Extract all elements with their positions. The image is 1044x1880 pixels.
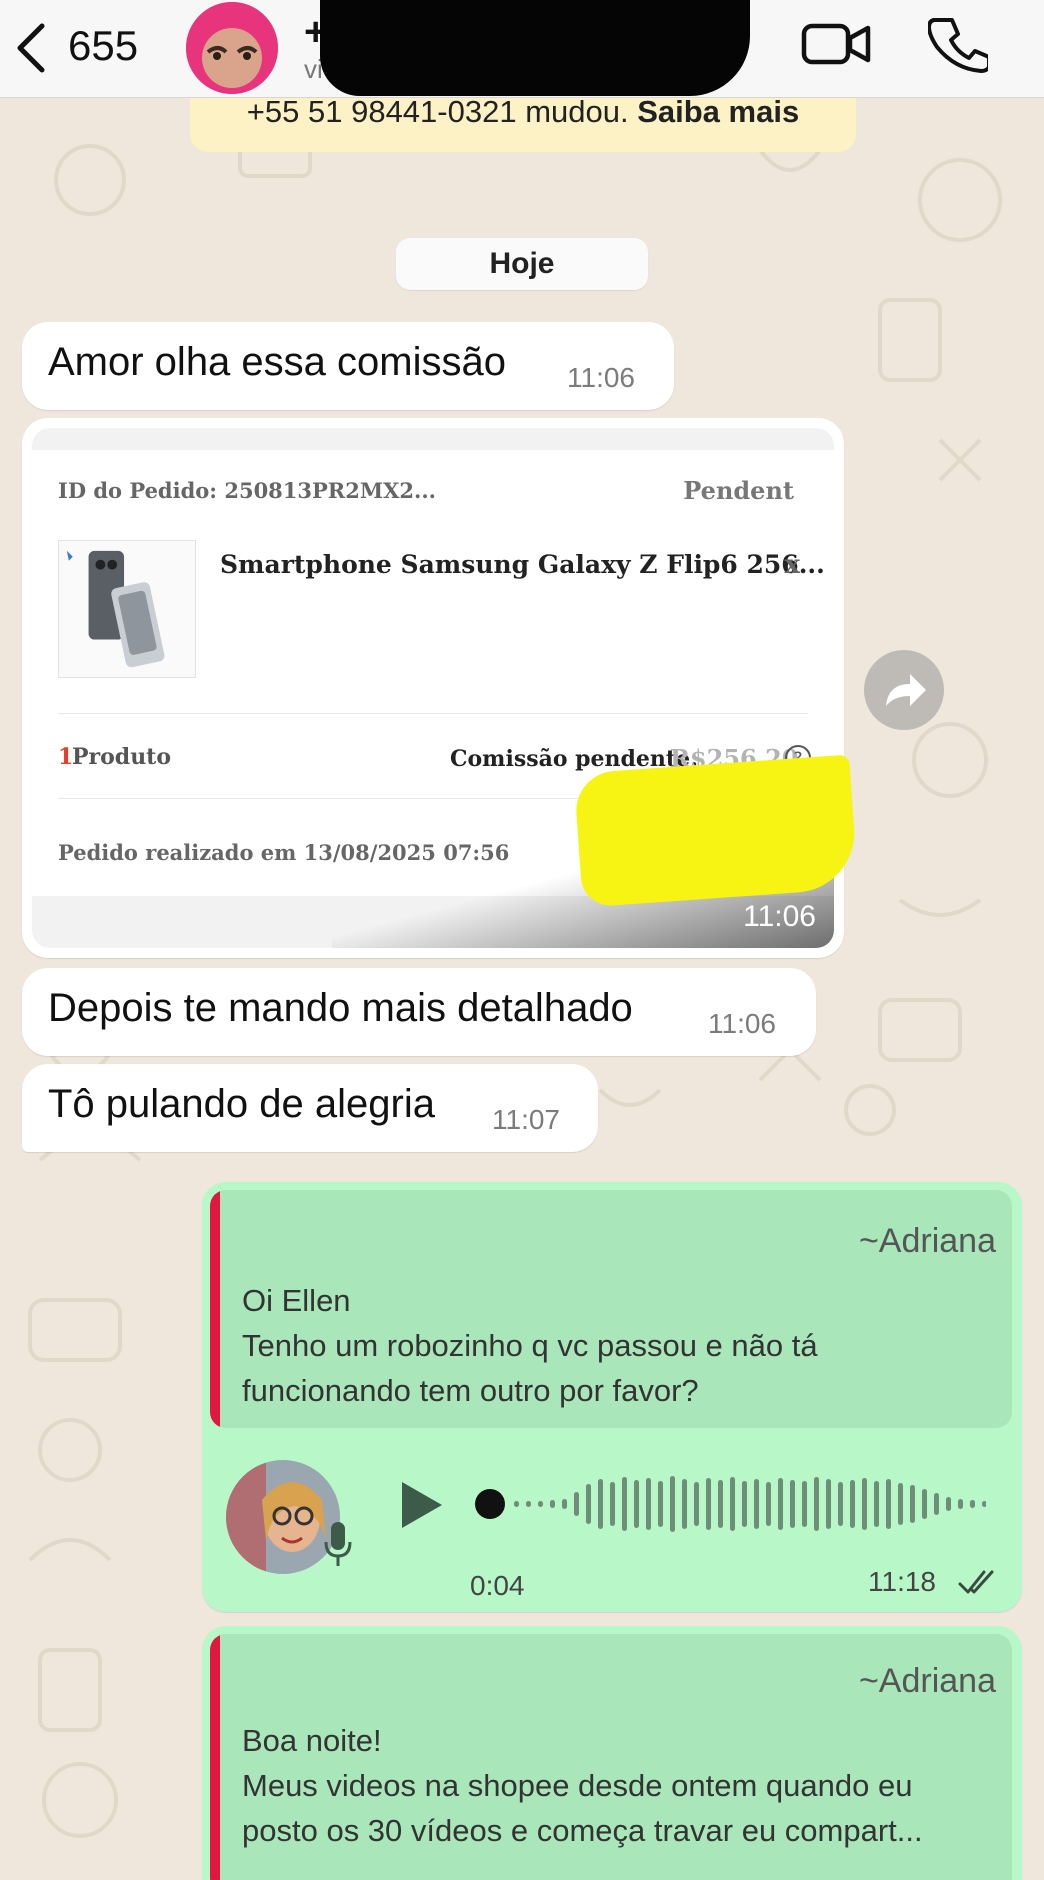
- message-text: Tô pulando de alegria: [48, 1082, 435, 1126]
- waveform-bar: [946, 1497, 951, 1511]
- waveform-bar: [934, 1493, 939, 1515]
- waveform-bar: [646, 1478, 651, 1530]
- waveform-bar: [514, 1501, 519, 1507]
- contact-avatar[interactable]: [186, 2, 278, 94]
- message-text: Amor olha essa comissão: [48, 340, 506, 384]
- product-thumbnail: [58, 540, 196, 678]
- yellow-highlight-mark: [573, 754, 859, 908]
- waveform-bar: [982, 1501, 986, 1507]
- quoted-message[interactable]: ~Adriana Boa noite! Meus videos na shope…: [210, 1634, 1012, 1880]
- waveform-bar: [718, 1480, 723, 1528]
- message-incoming[interactable]: Depois te mando mais detalhado 11:06: [22, 968, 816, 1056]
- waveform-bar: [838, 1482, 843, 1526]
- message-time: 11:06: [567, 362, 635, 393]
- waveform-bar: [826, 1479, 831, 1529]
- play-button[interactable]: [396, 1478, 446, 1532]
- waveform-bar: [970, 1500, 975, 1508]
- quote-line: Boa noite!: [242, 1723, 382, 1758]
- quote-line: Meus videos na shopee desde ontem quando…: [242, 1768, 913, 1803]
- forward-button[interactable]: [864, 650, 944, 730]
- waveform-bar: [742, 1481, 747, 1527]
- waveform-bar: [550, 1500, 555, 1508]
- message-time: 11:18: [868, 1566, 936, 1597]
- waveform-bar: [658, 1481, 663, 1527]
- quote-accent-bar: [210, 1190, 220, 1428]
- waveform-bar: [766, 1482, 771, 1526]
- forward-arrow-icon: [886, 674, 926, 706]
- waveform-bar: [814, 1477, 819, 1531]
- waveform-bar: [670, 1476, 675, 1532]
- quote-text: Oi Ellen Tenho um robozinho q vc passou …: [242, 1278, 992, 1413]
- waveform-bar: [754, 1479, 759, 1529]
- video-call-icon[interactable]: [800, 16, 872, 72]
- quote-author: ~Adriana: [858, 1222, 996, 1260]
- waveform-bar: [874, 1481, 879, 1527]
- banner-text: +55 51 98441-0321 mudou.: [246, 94, 629, 129]
- waveform-bar: [730, 1477, 735, 1531]
- waveform-bar: [526, 1501, 531, 1507]
- waveform-bar: [694, 1482, 699, 1526]
- message-time: 11:06: [708, 1008, 776, 1039]
- contact-avatar-image: [186, 2, 278, 94]
- quote-line: Tenho um robozinho q vc passou e não tá: [242, 1328, 818, 1363]
- waveform-bar: [622, 1477, 627, 1531]
- product-name: Smartphone Samsung Galaxy Z Flip6 256...: [220, 550, 825, 579]
- waveform-bar: [922, 1489, 927, 1519]
- waveform-bar: [958, 1499, 963, 1509]
- learn-more-link[interactable]: Saiba mais: [637, 94, 799, 129]
- waveform-bar: [898, 1483, 903, 1525]
- chat-header: 655 + vi: [0, 0, 1044, 98]
- waveform-bar: [778, 1478, 783, 1530]
- message-incoming[interactable]: Amor olha essa comissão 11:06: [22, 322, 674, 410]
- order-id: ID do Pedido: 250813PR2MX2...: [58, 478, 436, 503]
- redaction-mark: [320, 0, 750, 96]
- message-text: Depois te mando mais detalhado: [48, 986, 633, 1030]
- unread-count[interactable]: 655: [68, 20, 138, 72]
- card-divider: [58, 713, 808, 714]
- message-time: 11:06: [743, 900, 816, 933]
- waveform-bar: [910, 1485, 915, 1523]
- quoted-message[interactable]: ~Adriana Oi Ellen Tenho um robozinho q v…: [210, 1190, 1012, 1428]
- quote-text: Boa noite! Meus videos na shopee desde o…: [242, 1718, 992, 1853]
- waveform-bar: [562, 1499, 567, 1509]
- product-quantity-x: x: [784, 550, 800, 580]
- quote-line: Oi Ellen: [242, 1283, 351, 1318]
- product-count-label: Produto: [72, 744, 172, 770]
- microphone-icon: [324, 1522, 352, 1566]
- waveform-bar: [574, 1492, 579, 1516]
- voice-waveform[interactable]: [474, 1472, 986, 1536]
- quote-accent-bar: [210, 1634, 220, 1880]
- quote-author: ~Adriana: [858, 1662, 996, 1700]
- message-incoming[interactable]: Tô pulando de alegria 11:07: [22, 1064, 598, 1152]
- message-outgoing[interactable]: ~Adriana Boa noite! Meus videos na shope…: [202, 1626, 1022, 1880]
- quote-line: funcionando tem outro por favor?: [242, 1373, 699, 1408]
- message-time: 11:07: [492, 1104, 560, 1135]
- waveform-bar: [682, 1479, 687, 1529]
- phone-product-image: [66, 550, 165, 668]
- order-status: Pendent: [683, 476, 794, 505]
- waveform-bar: [610, 1482, 615, 1526]
- voice-duration: 0:04: [470, 1570, 525, 1601]
- waveform-bar: [790, 1480, 795, 1528]
- date-separator: Hoje: [396, 238, 648, 290]
- quote-line: posto os 30 vídeos e começa travar eu co…: [242, 1813, 923, 1848]
- waveform-bar: [862, 1478, 867, 1530]
- waveform-bar: [802, 1481, 807, 1527]
- waveform-bar: [634, 1480, 639, 1528]
- waveform-bar: [706, 1478, 711, 1530]
- waveform-bar: [586, 1484, 591, 1524]
- waveform-bar: [598, 1479, 603, 1529]
- waveform-bar: [850, 1480, 855, 1528]
- waveform-bar: [538, 1501, 543, 1507]
- back-chevron-icon[interactable]: [12, 20, 52, 76]
- double-check-icon: [958, 1570, 994, 1594]
- waveform-bar: [886, 1479, 891, 1529]
- phone-call-icon[interactable]: [928, 14, 988, 74]
